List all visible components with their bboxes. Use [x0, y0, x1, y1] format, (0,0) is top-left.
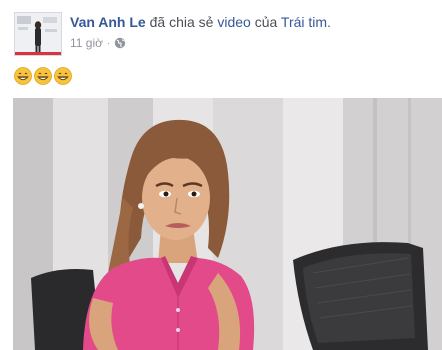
action-text: đã chia sẻ [149, 14, 214, 30]
page-name-link[interactable]: Trái tim. [281, 14, 331, 30]
avatar-photo [15, 13, 61, 55]
video-link[interactable]: video [217, 14, 250, 30]
author-name-link[interactable]: Van Anh Le [70, 14, 146, 30]
post-text-emojis [14, 67, 72, 89]
meta-separator: · [107, 37, 111, 49]
grinning-face-icon [14, 67, 32, 85]
author-avatar[interactable] [14, 12, 62, 56]
timestamp-link[interactable]: 11 giờ [70, 36, 103, 50]
post-header: Van Anh Le đã chia sẻ video của Trái tim… [70, 13, 434, 31]
video-frame [13, 98, 442, 350]
connector-text: của [254, 14, 278, 30]
feed-post: Van Anh Le đã chia sẻ video của Trái tim… [0, 0, 442, 350]
grinning-face-icon [34, 67, 52, 85]
post-meta: 11 giờ · [70, 36, 126, 50]
globe-icon[interactable] [114, 37, 126, 49]
video-player[interactable] [13, 98, 442, 350]
grinning-face-icon [54, 67, 72, 85]
